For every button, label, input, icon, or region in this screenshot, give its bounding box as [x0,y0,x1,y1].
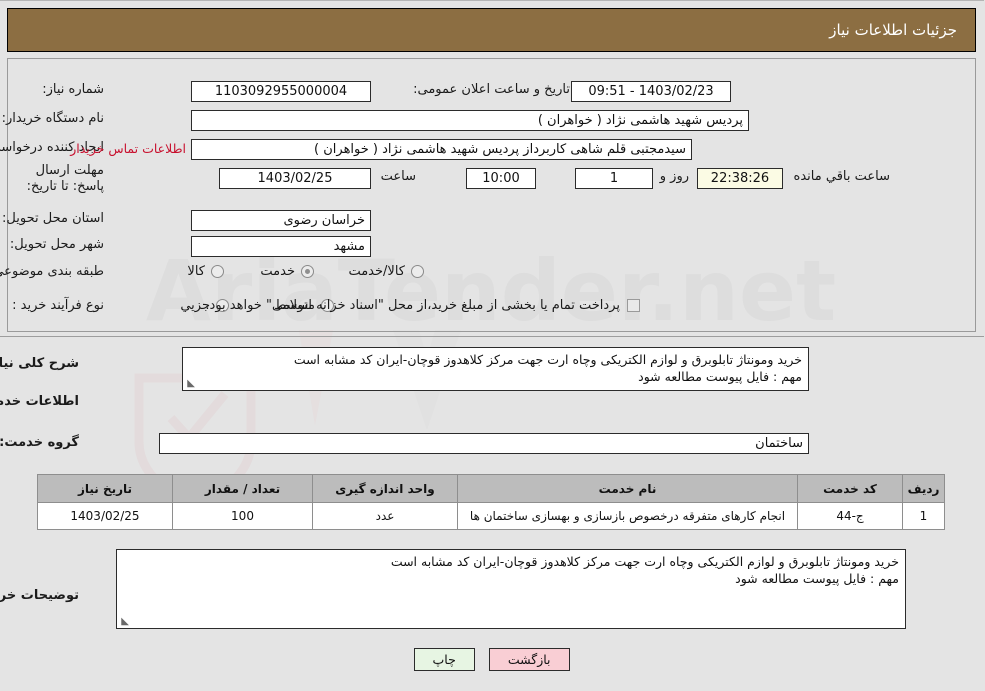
services-table: ردیف کد خدمت نام خدمت واحد اندازه گیری ت… [38,474,946,530]
remaining-hours-label: ساعت باقي مانده [794,169,891,184]
buyer-org-label: نام دستگاه خریدار: [2,111,105,126]
need-number-label-wrap: شماره نیاز: [13,82,105,97]
description-label-wrap: شرح کلی نیاز: [0,356,80,371]
buyer-notes-textarea[interactable]: خرید ومونتاژ تابلوبرق و لوازم الکتریکی و… [117,549,907,629]
category-option-kala[interactable]: کالا [188,264,225,279]
deadline-label-wrap: مهلت ارسال پاسخ: تا تاریخ: [13,163,105,195]
service-group-label: گروه خدمت: [0,435,80,450]
category-option-label-kala-khedmat: کالا/خدمت [349,264,406,279]
category-option-kala-khedmat[interactable]: کالا/خدمت [349,264,425,279]
category-option-label-kala: کالا [188,264,206,279]
announce-datetime-label-wrap: تاریخ و ساعت اعلان عمومی: [414,82,571,97]
buyer-notes-label: توضیحات خریدار: [0,588,80,603]
top-divider [0,0,985,1]
col-qty: تعداد / مقدار [173,474,314,503]
treasury-checkbox-label: پرداخت تمام یا بخشی از مبلغ خرید،از محل … [206,298,621,313]
resize-grip-icon[interactable]: ◣ [186,379,196,389]
col-unit: واحد اندازه گیری [313,474,459,503]
buyer-org-value[interactable]: پردیس شهید هاشمی نژاد ( خواهران ) [192,110,750,131]
treasury-checkbox-wrap[interactable]: پرداخت تمام یا بخشی از مبلغ خرید،از محل … [206,298,641,313]
footer-buttons: بازگشت چاپ [0,648,985,671]
page-root: AriaTender.net جزئیات اطلاعات نیاز شماره… [0,0,985,691]
category-option-khedmat[interactable]: خدمت [261,264,315,279]
col-name: نام خدمت [458,474,799,503]
creator-value[interactable]: سیدمجتبی قلم شاهی کاربرداز پردیس شهید ها… [192,139,693,160]
cell-unit: عدد [313,502,459,530]
days-label-wrap: روز و [661,169,690,184]
province-label: استان محل تحویل: [3,211,105,226]
deadline-date-value[interactable]: 1403/02/25 [220,168,372,189]
process-label-wrap: نوع فرآیند خرید : [13,298,105,313]
need-number-label: شماره نیاز: [43,82,105,97]
services-section-title: اطلاعات خدمات مورد نیاز [0,394,80,409]
hour-label: ساعت [381,169,417,184]
buyer-notes-label-wrap: توضیحات خریدار: [0,588,80,603]
province-label-wrap: استان محل تحویل: [3,211,105,226]
resize-grip-icon-notes[interactable]: ◣ [120,617,130,627]
description-label: شرح کلی نیاز: [0,356,80,371]
service-group-value[interactable]: ساختمان [160,433,810,454]
description-textarea[interactable]: خرید ومونتاژ تابلوبرق و لوازم الکتریکی و… [183,347,810,391]
remaining-days-value[interactable]: 1 [576,168,654,189]
countdown-value: 22:38:26 [698,168,784,189]
buyer-org-label-wrap: نام دستگاه خریدار: [3,111,105,126]
category-option-label-khedmat: خدمت [261,264,296,279]
back-button[interactable]: بازگشت [489,648,571,671]
cell-date: 1403/02/25 [38,502,174,530]
table-header-row: ردیف کد خدمت نام خدمت واحد اندازه گیری ت… [38,474,946,503]
buyer-contact-link[interactable]: اطلاعات تماس خریدار [71,141,187,156]
col-date: تاریخ نیاز [38,474,174,503]
category-label-wrap: طبقه بندی موضوعی: [0,264,105,279]
remaining-label-wrap: ساعت باقي مانده [795,169,891,184]
deadline-label: مهلت ارسال پاسخ: تا تاریخ: [27,163,105,194]
cell-qty: 100 [173,502,314,530]
print-button[interactable]: چاپ [414,648,476,671]
description-line-1: خرید ومونتاژ تابلوبرق و لوازم الکتریکی و… [294,352,803,367]
cell-name: انجام کارهای متفرقه درخصوص بازسازی و بهس… [458,502,799,530]
city-value[interactable]: مشهد [192,236,372,257]
days-label: روز و [660,169,690,184]
announce-datetime-value[interactable]: 1403/02/23 - 09:51 [572,81,732,102]
buyer-notes-line-2: مهم : فایل پیوست مطالعه شود [736,571,900,586]
section-divider [0,336,985,337]
process-type-label: نوع فرآیند خرید : [13,298,105,313]
city-label-wrap: شهر محل تحویل: [11,237,105,252]
need-info-panel [8,58,977,332]
table-row[interactable]: 1 ج-44 انجام کارهای متفرقه درخصوص بازساز… [38,502,946,530]
service-group-label-wrap: گروه خدمت: [0,435,80,450]
category-label: طبقه بندی موضوعی: [0,264,105,279]
contact-link-wrap[interactable]: اطلاعات تماس خریدار [71,141,187,156]
page-title: جزئیات اطلاعات نیاز [830,21,958,39]
deadline-time-value[interactable]: 10:00 [467,168,537,189]
services-section-title-wrap: اطلاعات خدمات مورد نیاز [0,394,80,409]
page-title-bar: جزئیات اطلاعات نیاز [8,8,977,52]
city-label: شهر محل تحویل: [10,237,105,252]
hour-label-wrap: ساعت [382,169,417,184]
need-number-value[interactable]: 1103092955000004 [192,81,372,102]
cell-code: ج-44 [798,502,904,530]
buyer-notes-line-1: خرید ومونتاژ تابلوبرق و لوازم الکتریکی و… [391,554,900,569]
radio-kala[interactable] [212,265,225,278]
announce-datetime-label: تاریخ و ساعت اعلان عمومی: [414,82,571,97]
treasury-checkbox[interactable] [628,299,641,312]
province-value[interactable]: خراسان رضوی [192,210,372,231]
col-code: کد خدمت [798,474,904,503]
cell-radif: 1 [903,502,946,530]
radio-khedmat[interactable] [302,265,315,278]
radio-kala-khedmat[interactable] [412,265,425,278]
description-line-2: مهم : فایل پیوست مطالعه شود [639,369,803,384]
col-radif: ردیف [903,474,946,503]
